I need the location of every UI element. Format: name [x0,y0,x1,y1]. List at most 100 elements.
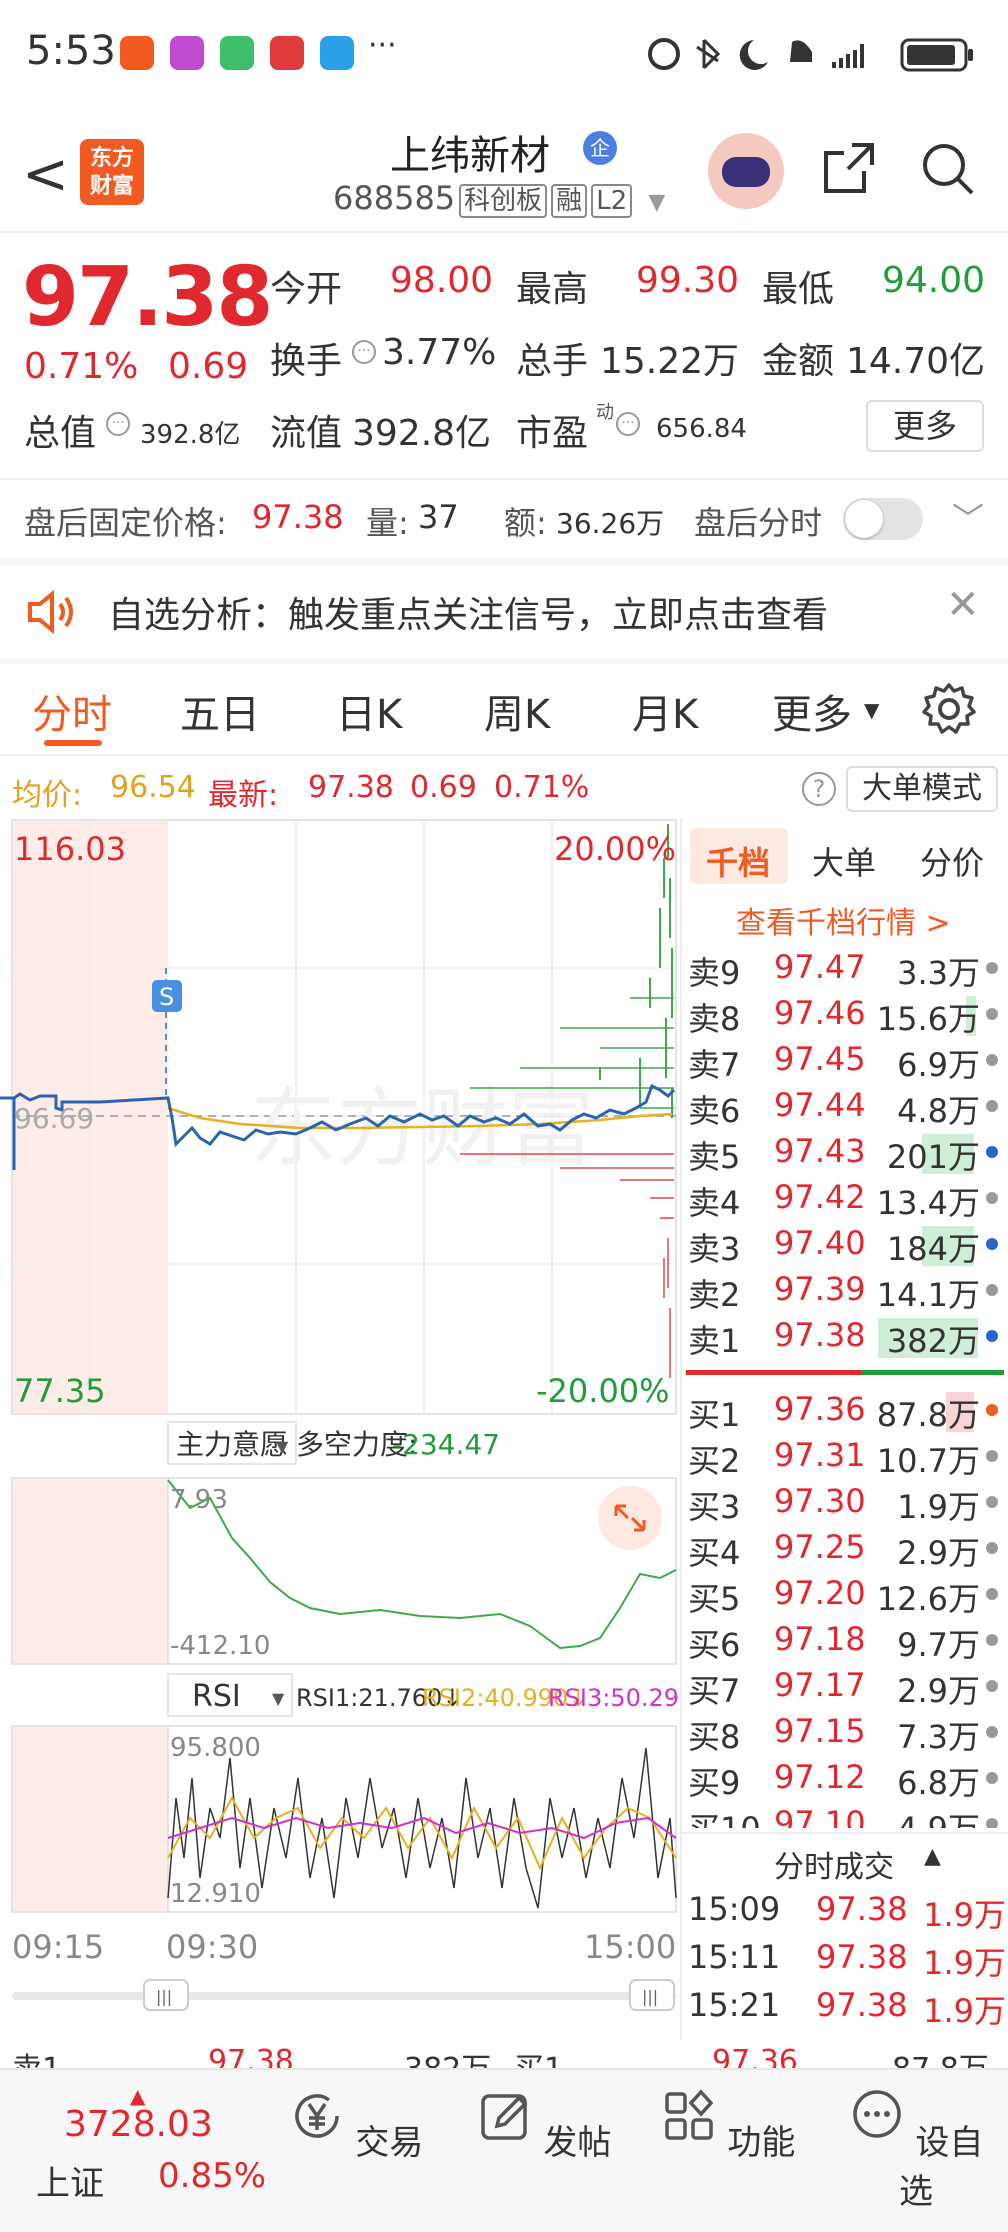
app-logo[interactable]: 东方 财富 [80,139,144,205]
nav-functions-label: 功能 [727,2123,796,2163]
order-dot-icon [986,1680,998,1692]
trades-header[interactable]: 分时成交 ▲ [682,1832,1008,1886]
tab-weekly-k[interactable]: 周K [484,682,550,740]
chat-bubble-icon [852,2090,901,2138]
bid-price: 97.18 [774,1620,866,1658]
bluetooth-icon [696,38,721,70]
bid-price: 97.25 [774,1528,866,1566]
pe-value: 656.84 [656,414,747,444]
tab-five-day[interactable]: 五日 [180,682,260,740]
nav-add-watchlist-label: 设自选 [899,2123,984,2212]
order-dot-icon [986,1634,998,1646]
logo-line2: 财富 [89,174,134,199]
nav-trade[interactable]: 交易 [286,2088,426,2164]
after-hours-row: 盘后固定价格: 97.38 量: 37 额: 36.26万 盘后分时 ﹀ [0,478,1008,558]
volume-value: 15.22万 [600,341,740,382]
mktcap-value: 392.8亿 [140,420,241,450]
trade-volume: 1.9万 [923,1992,1006,2030]
pe-dynamic-mark: 动 [596,402,614,423]
bid-volume: 12.6万 [876,1580,980,1618]
stock-name: 上纬新材 [390,133,550,179]
bid-row[interactable]: 买4 97.25 2.9万 [682,1526,1008,1572]
big-order-mode-button[interactable]: 大单模式 [846,766,998,812]
stock-code-row[interactable]: 688585 科创板融 L2 ▼ [333,179,665,218]
back-button[interactable]: < [22,147,69,203]
expand-icon[interactable] [598,1486,662,1550]
order-dot-icon [986,1772,998,1784]
nav-add-watchlist[interactable]: 设自选 [846,2088,986,2213]
svg-text:S: S [159,983,174,1011]
tab-more[interactable]: 更多 [772,682,852,740]
info-icon[interactable]: ··· [352,340,376,364]
bid-label: 买1 [688,1396,741,1434]
tab-daily-k[interactable]: 日K [336,682,402,740]
bid-row[interactable]: 买2 97.31 10.7万 [682,1434,1008,1480]
search-icon[interactable] [920,141,976,197]
volume-label: 总手 [516,341,589,382]
index-widget[interactable]: ▲ 3728.03 上证 0.85% [22,2084,282,2214]
chevron-down-icon[interactable]: ﹀ [952,494,984,540]
bid-row[interactable]: 买10 97.10 4.9万 [682,1802,1008,1828]
close-icon[interactable]: ✕ [946,582,980,628]
time-scrollbar[interactable] [12,1992,676,2000]
cut-off-book-row: 卖1 97.38 382万 买1 97.36 87.8万 [0,2040,1008,2068]
bid-list: 买1 97.36 87.8万 买2 97.31 10.7万 买3 97.30 1.9万 买4 97.… [682,818,1008,1828]
bid-label: 买10 [688,1804,761,1828]
float-value: 392.8亿 [352,413,492,454]
timeshare-chart[interactable]: 东方财富 S 116.03 20.00% 96.69 77.35 -20.00%… [0,818,680,2040]
bid-volume: 6.8万 [897,1764,980,1802]
svg-text:|||: ||| [642,1987,658,2006]
moon-icon [739,40,768,70]
share-icon[interactable] [822,141,876,195]
ind1-line [167,1479,677,1650]
ai-assistant-icon[interactable] [708,133,784,209]
order-dot-icon [986,1542,998,1554]
bid-label: 买2 [688,1442,741,1480]
trades-title: 分时成交 [774,1850,894,1885]
info-icon[interactable]: ··· [106,412,130,436]
bid-row[interactable]: 买5 97.20 12.6万 [682,1572,1008,1618]
more-quote-button[interactable]: 更多 [866,400,984,452]
nav-post[interactable]: 发帖 [474,2088,614,2164]
turnover-label: 换手 [270,341,343,382]
app-notification-icon [120,36,154,70]
more-notifications-icon: ··· [368,28,397,63]
trade-volume: 1.9万 [923,1944,1006,1982]
info-icon[interactable]: ··· [616,412,640,436]
amount-label: 金额 [762,341,835,382]
mute-icon [790,40,812,62]
order-dot-icon [986,1588,998,1600]
bid-row[interactable]: 买8 97.15 7.3万 [682,1710,1008,1756]
bid-price: 97.12 [774,1758,866,1796]
bid-row[interactable]: 买9 97.12 6.8万 [682,1756,1008,1802]
bid-row[interactable]: 买6 97.18 9.7万 [682,1618,1008,1664]
signal-icon [832,44,864,68]
message-notification-icon [320,36,354,70]
pct-min-label: -20.00% [536,1372,670,1410]
after-hours-toggle[interactable] [843,498,923,540]
bid-row[interactable]: 买3 97.30 1.9万 [682,1480,1008,1526]
nav-trade-label: 交易 [355,2123,424,2163]
tab-timeshare[interactable]: 分时 [32,682,112,740]
cut-bid-vol: 87.8万 [892,2044,989,2068]
edit-post-icon [480,2094,528,2140]
order-dot-icon [986,1726,998,1738]
latest-pct: 0.71% [494,770,590,805]
ah-vol-label: 量: [366,504,409,542]
order-dot-icon [986,1496,998,1508]
low-label: 最低 [762,269,835,310]
analysis-banner[interactable]: 自选分析：触发重点关注信号，立即点击查看 ✕ [0,566,1008,658]
settings-gear-icon[interactable] [922,682,976,736]
bid-row[interactable]: 买7 97.17 2.9万 [682,1664,1008,1710]
pe-label: 市盈 [516,413,589,454]
nav-functions[interactable]: 功能 [658,2088,798,2164]
functions-grid-icon [664,2089,713,2140]
trade-yen-icon [294,2094,339,2138]
help-icon[interactable]: ? [802,772,836,806]
bid-label: 买8 [688,1718,741,1756]
bid-volume: 1.9万 [897,1488,980,1526]
tab-monthly-k[interactable]: 月K [632,682,698,740]
price-summary-line: 均价: 96.54 最新: 97.38 0.69 0.71% [0,760,680,814]
bid-row[interactable]: 买1 97.36 87.8万 [682,1388,1008,1434]
app-notification-icon [220,36,254,70]
